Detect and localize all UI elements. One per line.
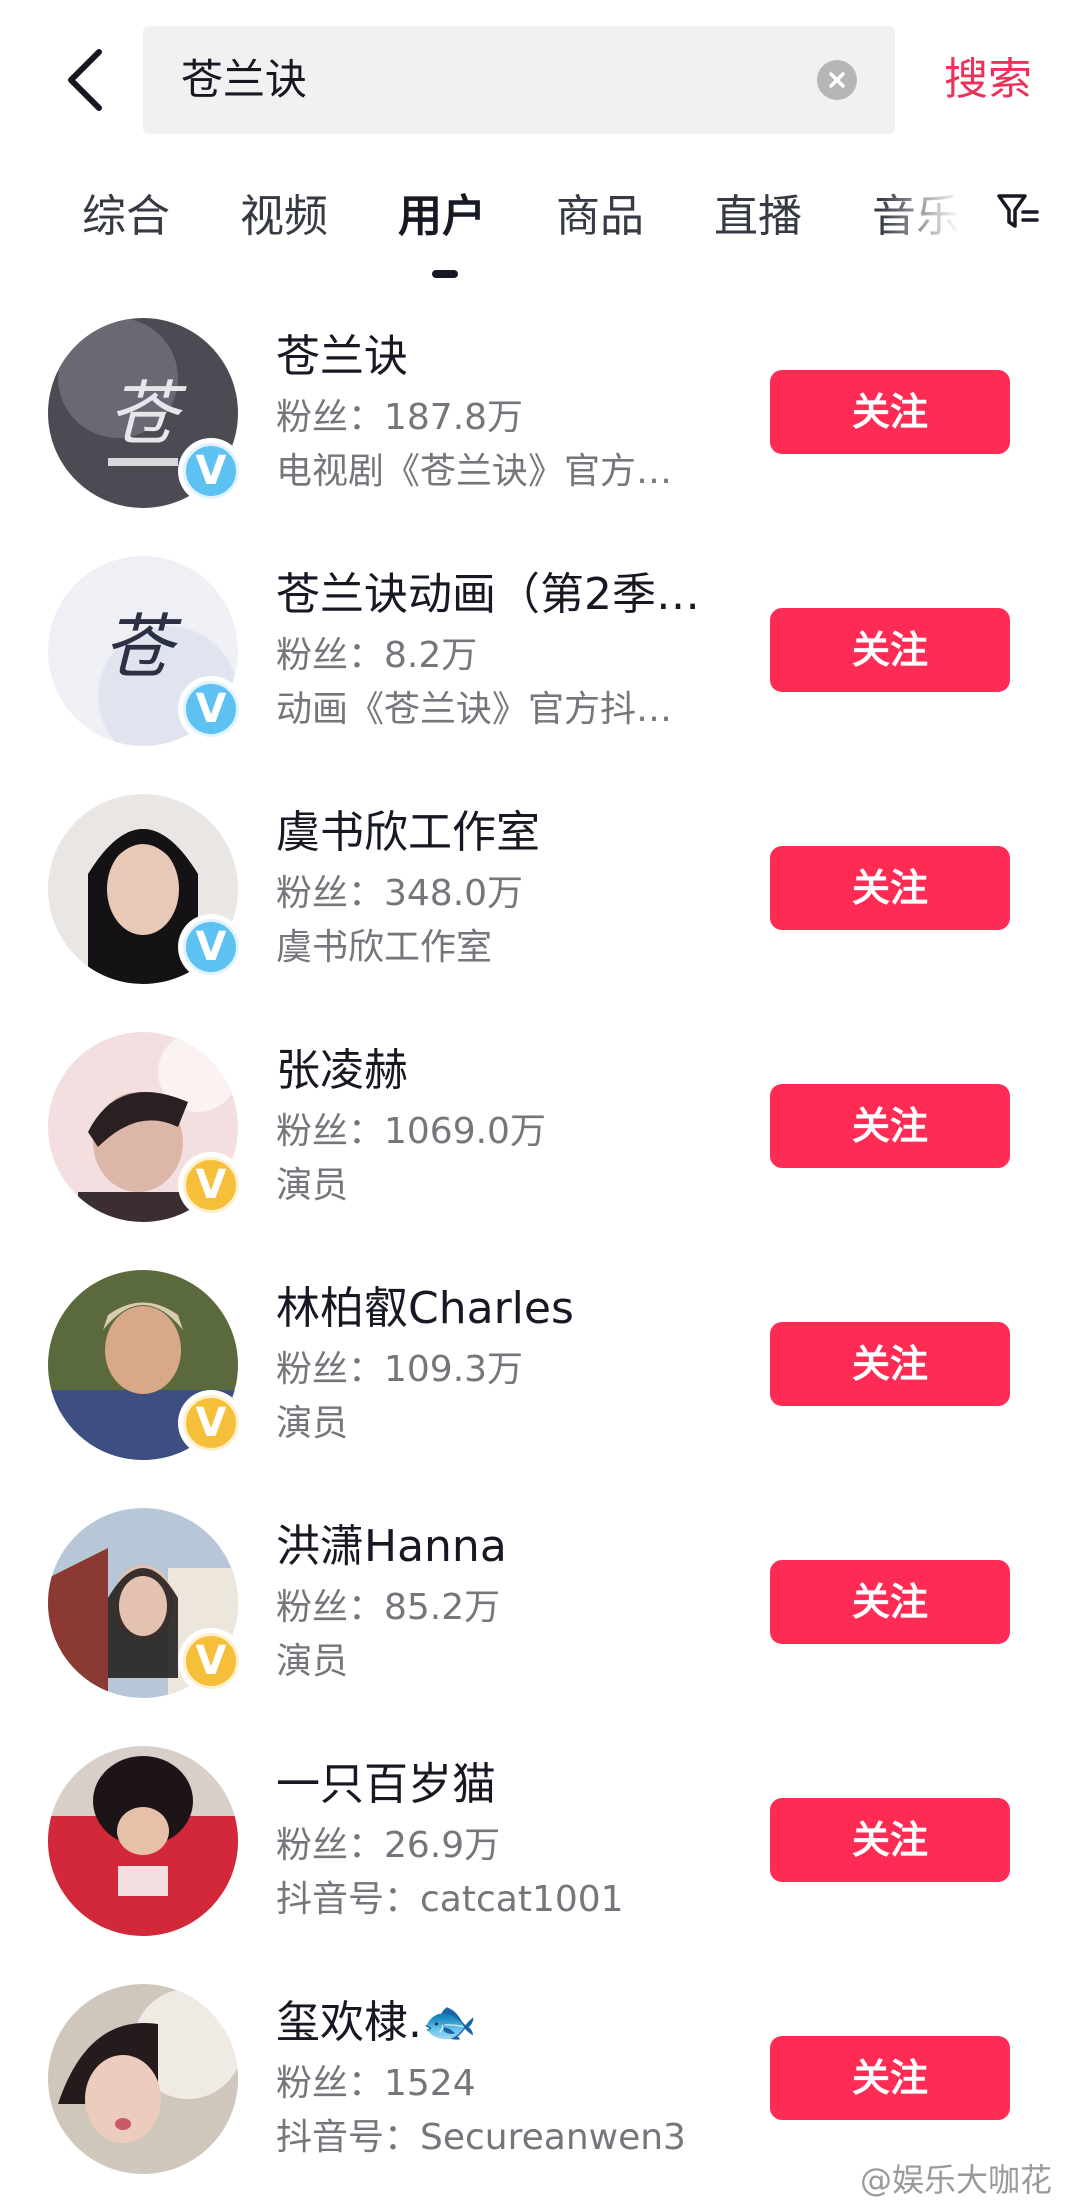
list-item[interactable]: V 洪潇Hanna 粉丝：85.2万 演员 关注 (0, 1490, 1080, 1728)
tab-scroll-fade (880, 170, 980, 260)
watermark-text: @娱乐大咖花 (860, 2161, 1053, 2199)
avatar[interactable] (48, 1746, 238, 1936)
follow-button[interactable]: 关注 (770, 1798, 1010, 1882)
follow-button[interactable]: 关注 (770, 370, 1010, 454)
user-description: 电视剧《苍兰诀》官方… (276, 451, 673, 492)
fan-count: 粉丝：109.3万 (276, 1349, 524, 1390)
fan-count: 粉丝：1069.0万 (276, 1111, 546, 1152)
user-description: 抖音号：Secureanwen3 (276, 2117, 686, 2158)
clear-icon[interactable] (817, 60, 857, 100)
tab-products[interactable]: 商品 (556, 180, 644, 244)
user-description: 演员 (276, 1165, 349, 1206)
follow-button[interactable]: 关注 (770, 1084, 1010, 1168)
list-item[interactable]: V 张凌赫 粉丝：1069.0万 演员 关注 (0, 1014, 1080, 1252)
fan-count: 粉丝：348.0万 (276, 873, 524, 914)
user-description: 抖音号：catcat1001 (276, 1879, 624, 1920)
user-name: 苍兰诀 (276, 331, 408, 382)
search-query-text: 苍兰诀 (181, 55, 308, 104)
user-name: 张凌赫 (276, 1045, 408, 1096)
fan-count: 粉丝：187.8万 (276, 397, 524, 438)
follow-button[interactable]: 关注 (770, 2036, 1010, 2120)
list-item[interactable]: V 林柏叡Charles 粉丝：109.3万 演员 关注 (0, 1252, 1080, 1490)
verified-badge-icon: V (178, 1628, 244, 1694)
verified-badge-icon: V (178, 914, 244, 980)
tab-comprehensive[interactable]: 综合 (82, 180, 170, 244)
fan-count: 粉丝：1524 (276, 2063, 476, 2104)
list-item[interactable]: 苍 V 苍兰诀动画（第2季… 粉丝：8.2万 动画《苍兰诀》官方抖… 关注 (0, 538, 1080, 776)
search-tabs: 综合 视频 用户 商品 直播 音乐 (0, 170, 1080, 290)
back-button[interactable] (50, 40, 120, 120)
svg-text:苍: 苍 (108, 373, 187, 455)
verified-badge-icon: V (178, 1152, 244, 1218)
follow-button[interactable]: 关注 (770, 1560, 1010, 1644)
tab-users[interactable]: 用户 (398, 180, 486, 244)
user-name: 洪潇Hanna (276, 1521, 507, 1572)
user-description: 动画《苍兰诀》官方抖… (276, 689, 673, 730)
user-name: 玺欢棣.🐟 (276, 1997, 477, 2048)
avatar[interactable] (48, 1984, 238, 2174)
search-button[interactable]: 搜索 (944, 40, 1032, 120)
filter-icon[interactable] (995, 188, 1041, 234)
user-description: 演员 (276, 1641, 349, 1682)
user-name: 一只百岁猫 (276, 1759, 496, 1810)
user-name: 虞书欣工作室 (276, 807, 540, 858)
fan-count: 粉丝：85.2万 (276, 1587, 501, 1628)
fan-count: 粉丝：8.2万 (276, 635, 478, 676)
user-description: 虞书欣工作室 (276, 927, 493, 968)
follow-button[interactable]: 关注 (770, 608, 1010, 692)
follow-button[interactable]: 关注 (770, 1322, 1010, 1406)
fan-count: 粉丝：26.9万 (276, 1825, 501, 1866)
user-description: 演员 (276, 1403, 349, 1444)
list-item[interactable]: 苍 V 苍兰诀 粉丝：187.8万 电视剧《苍兰诀》官方… 关注 (0, 300, 1080, 538)
list-item[interactable]: V 虞书欣工作室 粉丝：348.0万 虞书欣工作室 关注 (0, 776, 1080, 1014)
verified-badge-icon: V (178, 438, 244, 504)
list-item[interactable]: 一只百岁猫 粉丝：26.9万 抖音号：catcat1001 关注 (0, 1728, 1080, 1966)
verified-badge-icon: V (178, 676, 244, 742)
top-bar: 苍兰诀 搜索 (0, 0, 1080, 160)
back-arrow-icon (68, 49, 102, 111)
tab-videos[interactable]: 视频 (240, 180, 328, 244)
search-input[interactable]: 苍兰诀 (143, 26, 895, 134)
active-tab-indicator (432, 270, 458, 278)
tab-live[interactable]: 直播 (714, 180, 802, 244)
user-name: 林柏叡Charles (276, 1283, 574, 1334)
verified-badge-icon: V (178, 1390, 244, 1456)
svg-text:苍: 苍 (103, 606, 182, 688)
follow-button[interactable]: 关注 (770, 846, 1010, 930)
user-name: 苍兰诀动画（第2季… (276, 569, 700, 620)
